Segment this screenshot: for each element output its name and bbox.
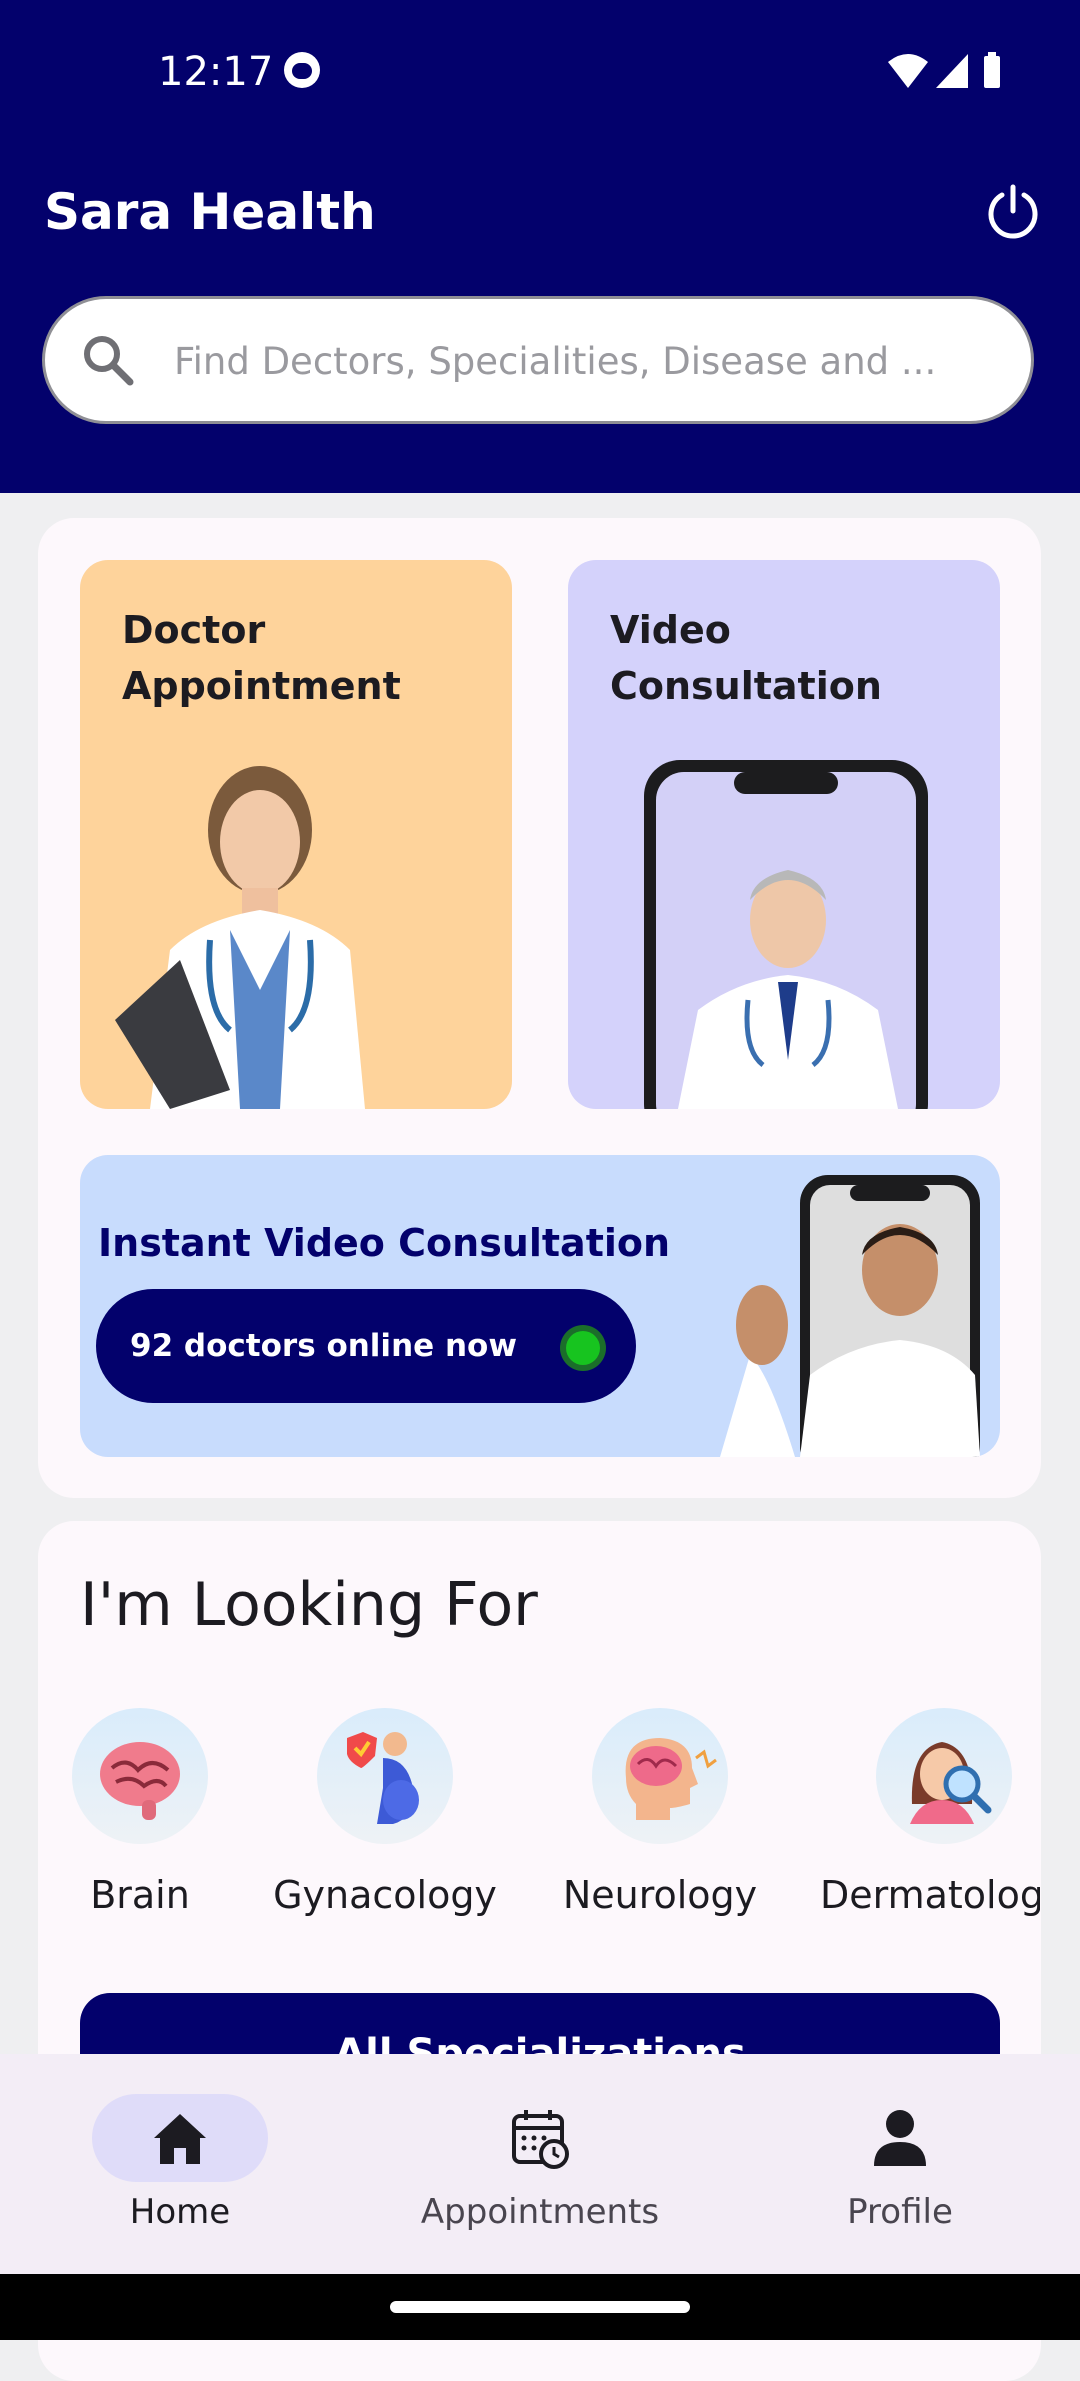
waving-doctor-image xyxy=(720,1175,980,1457)
online-status-dot xyxy=(566,1331,600,1365)
doctors-online-pill[interactable]: 92 doctors online now xyxy=(96,1289,636,1403)
status-signal-icons xyxy=(888,52,1000,88)
search-icon xyxy=(84,336,134,386)
bottom-navigation: Home Appointments Profile xyxy=(0,2054,1080,2274)
home-icon xyxy=(154,2114,206,2164)
speciality-neurology[interactable] xyxy=(592,1708,728,1844)
nav-home[interactable]: Home xyxy=(0,2054,360,2274)
nav-appointments-label: Appointments xyxy=(420,2192,660,2232)
video-consultation-label: Video Consultation xyxy=(610,608,882,708)
speciality-label: Dermatolog xyxy=(820,1873,1040,1917)
video-consultation-tile[interactable]: Video Consultation xyxy=(568,560,1000,1109)
pregnancy-icon xyxy=(317,1708,453,1844)
phone-doctor-image xyxy=(644,760,928,1109)
dermatology-icon xyxy=(876,1708,1012,1844)
person-icon xyxy=(874,2110,926,2166)
speciality-dermatology[interactable] xyxy=(876,1708,1012,1844)
doctor-appointment-label: Doctor Appointment xyxy=(122,608,401,708)
nav-profile-label: Profile xyxy=(847,2192,953,2232)
brain-icon xyxy=(72,1708,208,1844)
search-input[interactable]: Find Dectors, Specialities, Disease and … xyxy=(174,334,934,390)
power-icon[interactable] xyxy=(985,183,1041,239)
gesture-handle[interactable] xyxy=(390,2301,690,2313)
speciality-brain[interactable] xyxy=(72,1708,208,1844)
speciality-gynacology[interactable] xyxy=(317,1708,453,1844)
speciality-label: Gynacology xyxy=(273,1873,497,1917)
instant-video-title: Instant Video Consultation xyxy=(98,1221,671,1265)
status-time: 12:17 xyxy=(158,49,274,95)
notification-icon xyxy=(284,52,320,88)
neurology-head-icon xyxy=(592,1708,728,1844)
nav-home-label: Home xyxy=(129,2192,231,2232)
nav-appointments[interactable]: Appointments xyxy=(360,2054,720,2274)
calendar-clock-icon xyxy=(512,2110,569,2169)
speciality-label: Neurology xyxy=(562,1873,758,1917)
app-title: Sara Health xyxy=(44,183,376,241)
female-doctor-image xyxy=(115,766,365,1109)
instant-video-banner[interactable]: Instant Video Consultation 92 doctors on… xyxy=(80,1155,1000,1457)
doctors-online-text: 92 doctors online now xyxy=(130,1328,517,1364)
section-title: I'm Looking For xyxy=(80,1570,538,1640)
doctor-appointment-tile[interactable]: Doctor Appointment xyxy=(80,560,512,1109)
speciality-label: Brain xyxy=(90,1873,190,1917)
nav-profile[interactable]: Profile xyxy=(720,2054,1080,2274)
